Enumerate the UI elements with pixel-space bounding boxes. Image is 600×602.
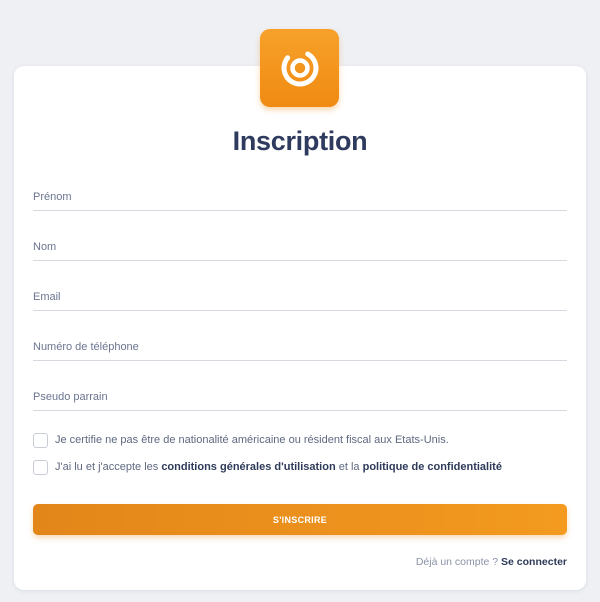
referral-field-wrapper — [33, 381, 567, 411]
referral-input[interactable] — [33, 381, 567, 410]
phone-field-wrapper — [33, 331, 567, 361]
first-name-field-wrapper — [33, 181, 567, 211]
signup-button[interactable]: S'INSCRIRE — [33, 504, 567, 535]
terms-link[interactable]: conditions générales d'utilisation — [161, 461, 335, 473]
phone-input[interactable] — [33, 331, 567, 360]
ring-logo-icon — [281, 49, 318, 87]
us-certification-label: Je certifie ne pas être de nationalité a… — [55, 434, 449, 446]
login-prompt: Déjà un compte ? Se connecter — [416, 556, 567, 568]
login-link[interactable]: Se connecter — [501, 556, 567, 568]
us-certification-checkbox[interactable] — [33, 432, 48, 448]
terms-middle: et la — [335, 461, 363, 473]
last-name-field-wrapper — [33, 231, 567, 261]
terms-prefix: J'ai lu et j'accepte les — [55, 461, 162, 473]
app-logo — [260, 29, 339, 107]
first-name-input[interactable] — [33, 181, 567, 210]
last-name-input[interactable] — [33, 231, 567, 260]
us-certification-row: Je certifie ne pas être de nationalité a… — [33, 432, 573, 448]
email-field-wrapper — [33, 281, 567, 311]
terms-row: J'ai lu et j'accepte les conditions géné… — [33, 459, 573, 475]
page-title: Inscription — [232, 126, 368, 156]
email-input[interactable] — [33, 281, 567, 310]
privacy-link[interactable]: politique de confidentialité — [363, 461, 502, 473]
terms-checkbox[interactable] — [33, 459, 48, 475]
login-prompt-text: Déjà un compte ? — [415, 556, 502, 568]
